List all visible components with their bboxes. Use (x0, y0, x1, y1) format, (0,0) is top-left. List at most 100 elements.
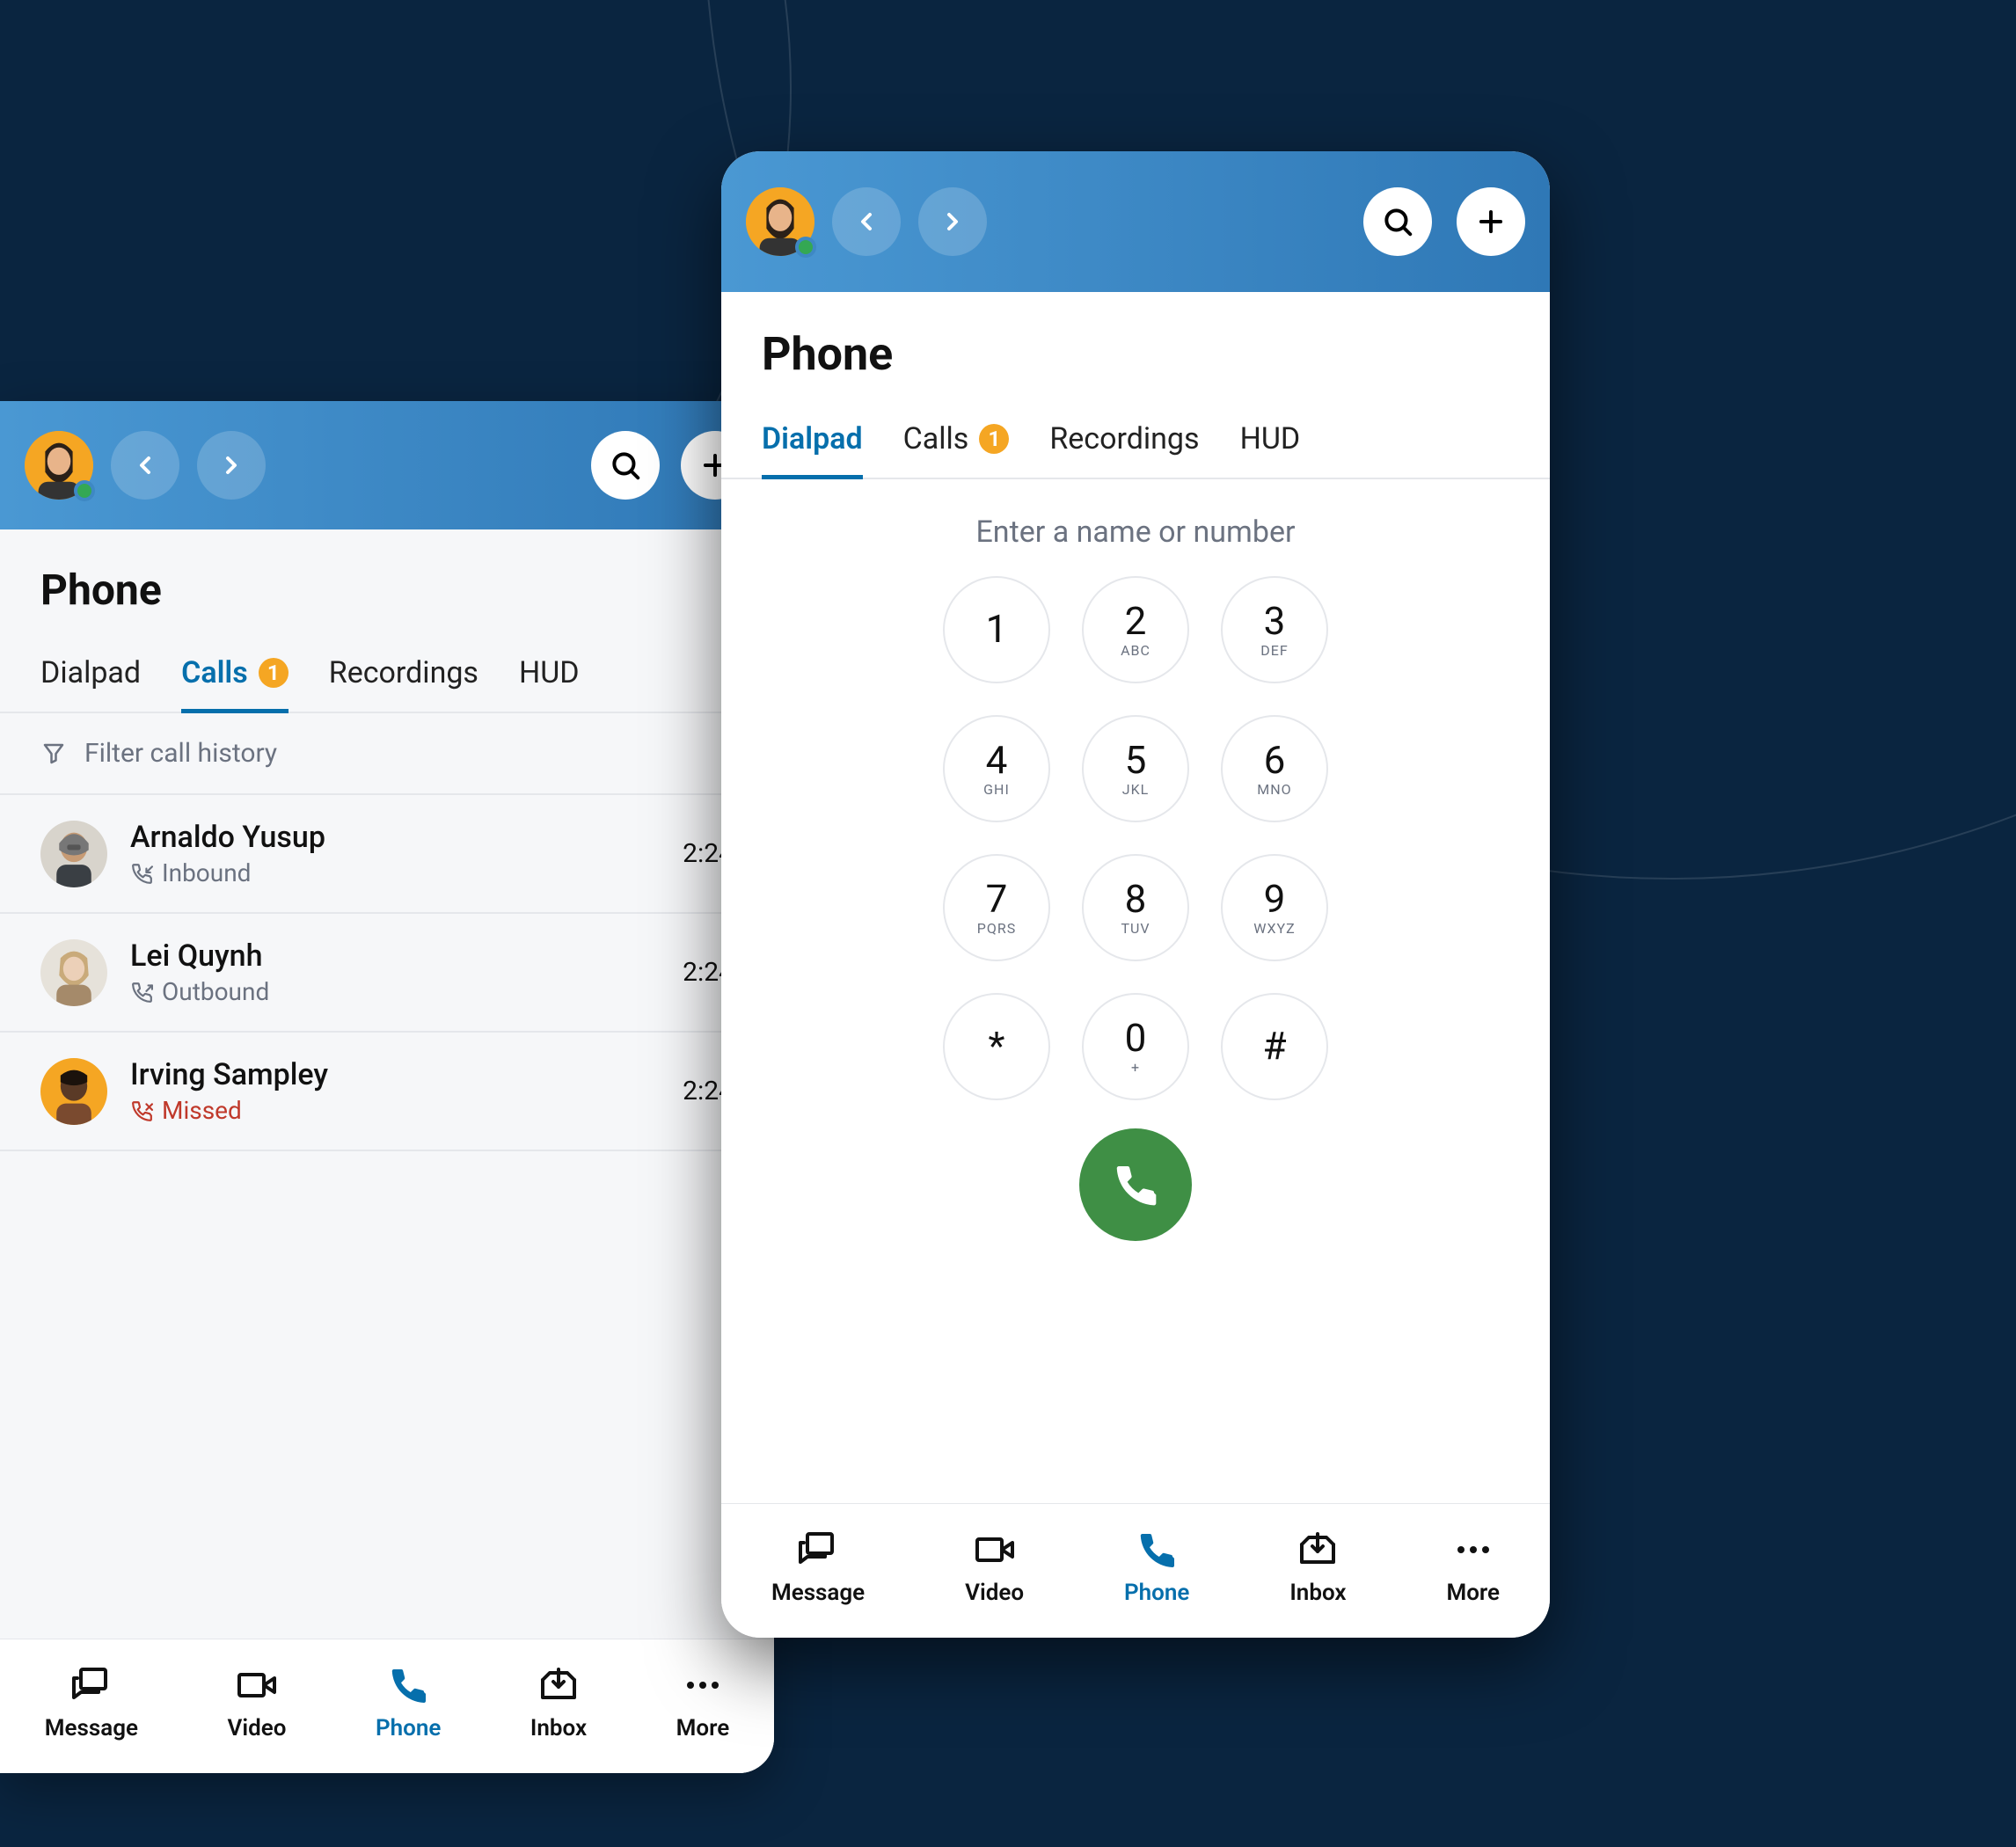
nav-label: Inbox (530, 1715, 587, 1741)
contact-avatar (40, 821, 107, 887)
nav-forward-button[interactable] (197, 431, 266, 500)
nav-video[interactable]: Video (965, 1529, 1024, 1606)
key-1[interactable]: 1 (943, 576, 1050, 683)
tab-label: Recordings (329, 655, 478, 690)
tab-calls[interactable]: Calls1 (903, 407, 1010, 478)
bottom-nav: Message Video Phone Inbox More (0, 1639, 774, 1773)
phone-tabs: Dialpad Calls1 Recordings HUD (721, 407, 1550, 479)
nav-back-button[interactable] (832, 187, 901, 256)
filter-icon (40, 741, 67, 767)
tab-recordings[interactable]: Recordings (329, 641, 478, 712)
nav-phone[interactable]: Phone (376, 1664, 441, 1741)
page-title: Phone (721, 292, 1550, 407)
tab-label: Calls (181, 655, 248, 690)
search-button[interactable] (1363, 187, 1432, 256)
presence-indicator (795, 237, 816, 258)
key-7[interactable]: 7PQRS (943, 854, 1050, 961)
nav-label: Phone (1124, 1580, 1189, 1606)
phone-tabs: Dialpad Calls 1 Recordings HUD (0, 641, 774, 713)
bottom-nav: Message Video Phone Inbox More (721, 1503, 1550, 1638)
nav-forward-button[interactable] (918, 187, 987, 256)
tab-calls[interactable]: Calls 1 (181, 641, 289, 712)
nav-more[interactable]: More (1446, 1529, 1500, 1606)
nav-more[interactable]: More (676, 1664, 730, 1741)
nav-inbox[interactable]: Inbox (1289, 1529, 1346, 1606)
contact-name: Lei Quynh (130, 938, 660, 974)
inbox-icon (1297, 1529, 1339, 1571)
nav-label: Phone (376, 1715, 441, 1741)
tab-recordings[interactable]: Recordings (1049, 407, 1199, 478)
key-star[interactable]: * (943, 993, 1050, 1100)
phone-icon (1111, 1160, 1160, 1209)
key-4[interactable]: 4GHI (943, 715, 1050, 822)
video-icon (974, 1529, 1016, 1571)
key-6[interactable]: 6MNO (1221, 715, 1328, 822)
contact-name: Arnaldo Yusup (130, 820, 660, 855)
contact-avatar (40, 939, 107, 1006)
tab-label: HUD (519, 655, 580, 690)
nav-label: Video (965, 1580, 1024, 1606)
phone-icon (1136, 1529, 1178, 1571)
header-bar (721, 151, 1550, 292)
call-direction: Inbound (130, 858, 660, 887)
call-direction: Outbound (130, 977, 660, 1006)
call-row[interactable]: Irving Sampley Missed 2:24 (0, 1033, 774, 1151)
inbox-icon (537, 1664, 580, 1706)
dialpad-panel: Phone Dialpad Calls1 Recordings HUD Ente… (721, 151, 1550, 1638)
missed-icon (130, 1099, 153, 1122)
nav-message[interactable]: Message (45, 1664, 138, 1741)
nav-label: Message (45, 1715, 138, 1741)
profile-avatar[interactable] (25, 431, 93, 500)
key-3[interactable]: 3DEF (1221, 576, 1328, 683)
tab-hud[interactable]: HUD (519, 641, 580, 712)
profile-avatar[interactable] (746, 187, 814, 256)
nav-label: Inbox (1289, 1580, 1346, 1606)
call-row[interactable]: Arnaldo Yusup Inbound 2:24 (0, 795, 774, 914)
tab-dialpad[interactable]: Dialpad (40, 641, 141, 712)
nav-video[interactable]: Video (227, 1664, 286, 1741)
call-row[interactable]: Lei Quynh Outbound 2:24 (0, 914, 774, 1033)
nav-phone[interactable]: Phone (1124, 1529, 1189, 1606)
contact-name: Irving Sampley (130, 1057, 660, 1092)
nav-label: More (1446, 1580, 1500, 1606)
video-icon (236, 1664, 278, 1706)
tab-label: Calls (903, 421, 969, 456)
key-9[interactable]: 9WXYZ (1221, 854, 1328, 961)
inbound-icon (130, 862, 153, 885)
nav-label: Message (771, 1580, 865, 1606)
calls-badge: 1 (259, 658, 289, 688)
search-button[interactable] (591, 431, 660, 500)
nav-back-button[interactable] (111, 431, 179, 500)
key-8[interactable]: 8TUV (1082, 854, 1189, 961)
add-button[interactable] (1457, 187, 1525, 256)
outbound-icon (130, 981, 153, 1004)
filter-call-history[interactable]: Filter call history (0, 713, 774, 795)
tab-label: HUD (1240, 421, 1301, 456)
more-icon (682, 1664, 724, 1706)
filter-label: Filter call history (84, 738, 277, 769)
dial-input[interactable]: Enter a name or number (721, 479, 1550, 576)
header-bar (0, 401, 774, 529)
presence-indicator (74, 480, 95, 501)
key-hash[interactable]: # (1221, 993, 1328, 1100)
phone-icon (387, 1664, 429, 1706)
key-2[interactable]: 2ABC (1082, 576, 1189, 683)
message-icon (797, 1529, 839, 1571)
message-icon (70, 1664, 113, 1706)
nav-label: More (676, 1715, 730, 1741)
nav-message[interactable]: Message (771, 1529, 865, 1606)
calls-panel: Phone Dialpad Calls 1 Recordings HUD Filt… (0, 401, 774, 1773)
tab-hud[interactable]: HUD (1240, 407, 1301, 478)
place-call-button[interactable] (1079, 1128, 1192, 1241)
call-direction: Missed (130, 1096, 660, 1125)
key-0[interactable]: 0+ (1082, 993, 1189, 1100)
tab-dialpad[interactable]: Dialpad (762, 407, 863, 478)
page-title: Phone (0, 529, 774, 641)
dial-keypad: 1 2ABC 3DEF 4GHI 5JKL 6MNO 7PQRS 8TUV 9W… (721, 576, 1550, 1100)
contact-avatar (40, 1058, 107, 1125)
key-5[interactable]: 5JKL (1082, 715, 1189, 822)
nav-inbox[interactable]: Inbox (530, 1664, 587, 1741)
tab-label: Recordings (1049, 421, 1199, 456)
tab-label: Dialpad (762, 421, 863, 456)
nav-label: Video (227, 1715, 286, 1741)
